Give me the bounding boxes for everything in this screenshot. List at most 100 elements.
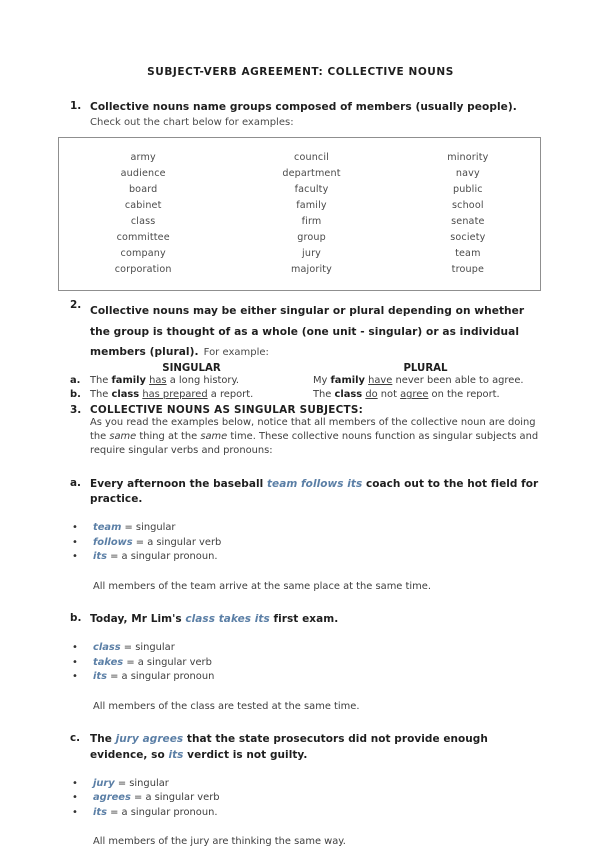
noun-cell: navy — [455, 168, 480, 180]
list-item: • its = a singular pronoun. — [72, 806, 601, 821]
page-title: SUBJECT-VERB AGREEMENT: COLLECTIVE NOUNS — [147, 66, 454, 78]
noun-cell: team — [455, 248, 481, 260]
noun-cell: class — [130, 216, 156, 228]
definition-term: team — [93, 522, 122, 534]
table-row: army council minority — [59, 138, 541, 167]
noun-cell: department — [282, 168, 341, 180]
examples-list: a. Every afternoon the baseball team foll… — [0, 477, 601, 850]
table-row: company jury team — [59, 246, 541, 262]
definition-term: agrees — [93, 792, 131, 804]
list-item: • its = a singular pronoun — [72, 670, 601, 685]
definition-list: • jury = singular • agrees = a singular ver… — [0, 777, 601, 821]
definition-term: jury — [93, 777, 115, 789]
list-item: • takes = a singular verb — [72, 656, 601, 671]
verb-underlined: do — [365, 389, 378, 401]
example-closing-note: All members of the class are tested at t… — [93, 700, 360, 712]
list-item: • agrees = a singular verb — [72, 791, 601, 806]
example-closing-note: All members of the team arrive at the sa… — [93, 580, 431, 592]
definition-term: class — [93, 642, 121, 653]
plural-column-header: PLURAL — [403, 362, 448, 374]
collective-nouns-table-body: army council minority audience department nav… — [59, 138, 541, 291]
noun-cell: majority — [291, 264, 333, 276]
noun-cell: group — [297, 232, 326, 244]
document-page: SUBJECT-VERB AGREEMENT: COLLECTIVE NOUNS… — [0, 0, 601, 847]
section-3: 3. COLLECTIVE NOUNS AS SINGULAR SUBJECTS… — [0, 403, 601, 416]
example-closing-note: All members of the jury are thinking the… — [93, 836, 346, 848]
section-1: 1. Collective nouns name groups composed… — [0, 78, 601, 130]
singular-plural-headers: SINGULAR PLURAL — [0, 361, 601, 374]
bullet-icon: • — [72, 792, 78, 804]
noun-cell: company — [120, 248, 166, 260]
emphasis-word: same — [109, 431, 137, 443]
section-1-number: 1. — [70, 100, 82, 112]
noun-cell: society — [450, 232, 486, 244]
definition-term: follows — [93, 536, 133, 548]
example-text: Today, Mr Lim's class takes its first ex… — [90, 613, 339, 626]
section-1-sub: Check out the chart below for examples: — [90, 117, 294, 129]
noun-cell: corporation — [114, 264, 172, 276]
verb-underlined: has — [149, 374, 167, 386]
section-3-paragraph: As you read the examples below, notice t… — [90, 416, 539, 457]
bullet-icon: • — [72, 806, 78, 818]
emphasis-word: same — [200, 431, 228, 443]
collective-noun: family — [111, 374, 146, 386]
table-row: corporation majority troupe — [59, 262, 541, 291]
singular-plural-row: b. The class has prepared a report. The cl… — [0, 388, 601, 403]
example-label: a. — [70, 476, 81, 489]
noun-cell: audience — [120, 168, 166, 180]
bullet-icon: • — [72, 656, 78, 668]
table-row: audience department navy — [59, 166, 541, 182]
bullet-icon: • — [72, 671, 78, 683]
example-text: Every afternoon the baseball team follow… — [90, 477, 539, 506]
noun-cell: public — [452, 184, 483, 196]
plural-example: The class do not agree on the report. — [313, 389, 500, 401]
noun-cell: army — [130, 152, 156, 164]
verb-underlined: has prepared — [142, 389, 208, 401]
example-label: c. — [70, 732, 81, 745]
noun-cell: firm — [301, 216, 322, 228]
collective-noun: class — [334, 389, 363, 401]
section-3-number: 3. — [70, 403, 82, 416]
bullet-icon: • — [72, 777, 78, 789]
bullet-icon: • — [72, 642, 78, 653]
table-row: committee group society — [59, 230, 541, 246]
singular-example: The class has prepared a report. — [90, 389, 254, 401]
list-item: • jury = singular — [72, 777, 601, 792]
example-block: c. The jury agrees that the state prosecu… — [0, 732, 601, 850]
highlighted-phrase: team follows its — [266, 477, 363, 490]
singular-plural-rows: a. The family has a long history. My famil… — [0, 374, 601, 403]
table-row: cabinet family school — [59, 198, 541, 214]
section-1-lead: Collective nouns name groups composed of… — [90, 101, 517, 113]
section-2-sub: For example: — [203, 347, 269, 359]
plural-example: My family have never been able to agree. — [313, 374, 524, 386]
list-item: • class = singular — [72, 641, 601, 656]
example-sentence: a. Every afternoon the baseball team foll… — [0, 477, 601, 508]
section-2-number: 2. — [70, 299, 82, 312]
noun-cell: senate — [451, 216, 485, 228]
example-sentence: b. Today, Mr Lim's class takes its first … — [0, 612, 601, 628]
noun-cell: faculty — [294, 184, 329, 196]
highlighted-phrase: its — [168, 748, 184, 761]
definition-list: • class = singular • takes = a singular ver… — [0, 641, 601, 685]
definition-term: its — [93, 671, 107, 683]
definition-list: • team = singular • follows = a singular ve… — [0, 521, 601, 565]
collective-nouns-table: army council minority audience department nav… — [58, 137, 541, 292]
noun-cell: minority — [447, 152, 489, 164]
collective-nouns-table-wrapper: army council minority audience department nav… — [0, 137, 601, 292]
example-sentence: c. The jury agrees that the state prosecu… — [0, 732, 601, 763]
section-2-lead: Collective nouns may be either singular … — [90, 305, 525, 359]
highlighted-phrase: jury agrees — [115, 733, 184, 746]
noun-cell: jury — [302, 248, 321, 260]
singular-column-header: SINGULAR — [162, 362, 221, 374]
bullet-icon: • — [72, 522, 78, 534]
list-item: • its = a singular pronoun. — [72, 550, 601, 565]
verb-underlined: agree — [400, 389, 429, 401]
definition-term: takes — [93, 656, 124, 668]
example-text: The jury agrees that the state prosecuto… — [90, 733, 488, 761]
example-block: a. Every afternoon the baseball team foll… — [0, 477, 601, 595]
row-label: b. — [70, 389, 81, 401]
definition-term: its — [93, 806, 107, 818]
bullet-icon: • — [72, 551, 78, 563]
section-3-heading: COLLECTIVE NOUNS AS SINGULAR SUBJECTS: — [90, 403, 363, 416]
list-item: • follows = a singular verb — [72, 536, 601, 551]
